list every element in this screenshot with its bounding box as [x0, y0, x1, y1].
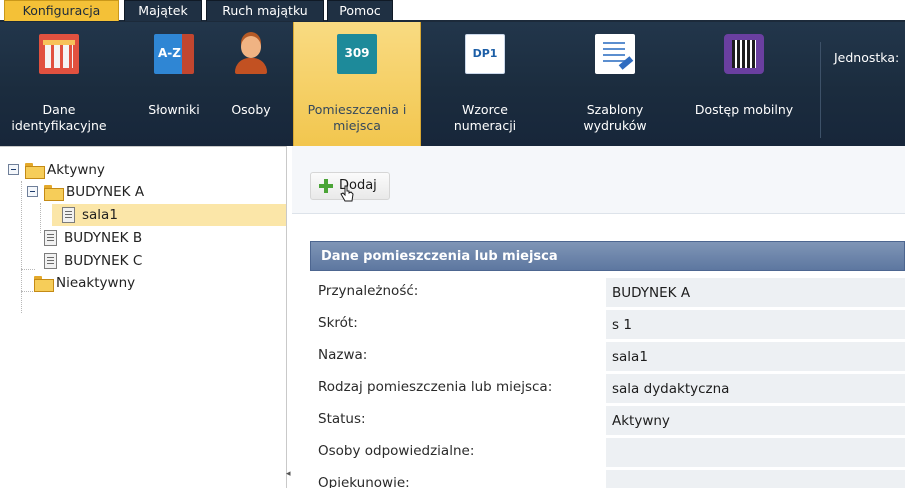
ribbon-button-label: Pomieszczenia i miejsca	[307, 102, 407, 133]
collapse-icon[interactable]	[27, 186, 38, 197]
field-label: Rodzaj pomieszczenia lub miejsca:	[318, 379, 553, 395]
folder-open-icon	[44, 185, 64, 201]
field-row-opiekunowie: Opiekunowie:	[310, 469, 905, 488]
panel-title: Dane pomieszczenia lub miejsca	[310, 241, 905, 271]
field-value: Aktywny	[606, 406, 905, 436]
field-label: Nazwa:	[318, 347, 368, 363]
tree-node-budynek-c[interactable]: BUDYNEK C	[34, 250, 274, 272]
ribbon-button-slowniki[interactable]: A-Z Słowniki	[132, 22, 216, 146]
toolbar: Dodaj	[292, 146, 905, 214]
plus-icon	[319, 179, 333, 193]
field-value: sala dydaktyczna	[606, 374, 905, 404]
tab-konfiguracja[interactable]: Konfiguracja	[4, 0, 119, 21]
ribbon-button-label: Osoby	[231, 102, 271, 117]
ribbon-button-dane-identyfikacyjne[interactable]: Dane identyfikacyjne	[0, 22, 118, 146]
tree-node-sala1[interactable]: sala1	[52, 204, 286, 226]
document-icon	[44, 230, 57, 246]
dictionary-icon: A-Z	[154, 34, 194, 74]
field-value	[606, 438, 905, 468]
ribbon-button-osoby[interactable]: Osoby	[214, 22, 288, 146]
document-icon	[62, 207, 75, 223]
field-label: Przynależność:	[318, 283, 419, 299]
ribbon-button-szablony-wydrukow[interactable]: Szablony wydruków	[560, 22, 670, 146]
room-icon: 309	[337, 34, 377, 74]
field-row-rodzaj: Rodzaj pomieszczenia lub miejsca: sala d…	[310, 373, 905, 405]
field-value	[606, 470, 905, 488]
ribbon-button-dostep-mobilny[interactable]: Dostęp mobilny	[678, 22, 810, 146]
field-row-skrot: Skrót: s 1	[310, 309, 905, 341]
field-value: sala1	[606, 342, 905, 372]
folder-icon	[34, 276, 54, 292]
ribbon-button-label: Słowniki	[148, 102, 200, 117]
tree-node-budynek-a[interactable]: BUDYNEK A	[27, 181, 277, 203]
add-button[interactable]: Dodaj	[310, 172, 390, 202]
tree-node-budynek-b[interactable]: BUDYNEK B	[34, 227, 274, 249]
ribbon: Dane identyfikacyjne A-Z Słowniki Osoby …	[0, 22, 905, 146]
field-value: s 1	[606, 310, 905, 340]
ribbon-button-pomieszczenia[interactable]: 309 Pomieszczenia i miejsca	[293, 22, 421, 146]
field-row-nazwa: Nazwa: sala1	[310, 341, 905, 373]
field-row-status: Status: Aktywny	[310, 405, 905, 437]
unit-label: Jednostka:	[834, 50, 900, 65]
field-label: Osoby odpowiedzialne:	[318, 443, 475, 459]
ribbon-button-label: Dostęp mobilny	[694, 102, 794, 117]
tree-node-aktywny[interactable]: Aktywny	[8, 159, 278, 181]
tab-pomoc[interactable]: Pomoc	[327, 0, 393, 21]
field-row-przynaleznosc: Przynależność: BUDYNEK A	[310, 277, 905, 309]
ribbon-button-label: Wzorce numeracji	[453, 102, 517, 133]
field-label: Skrót:	[318, 315, 358, 331]
menu-bar: Konfiguracja Majątek Ruch majątku Pomoc	[0, 0, 905, 23]
field-value: BUDYNEK A	[606, 278, 905, 308]
field-row-osoby-odpowiedzialne: Osoby odpowiedzialne:	[310, 437, 905, 469]
tree-line	[21, 269, 35, 270]
content-area: Dodaj Dane pomieszczenia lub miejsca Prz…	[292, 146, 905, 488]
tree-node-nieaktywny[interactable]: Nieaktywny	[14, 272, 274, 294]
folder-open-icon	[25, 163, 45, 179]
field-label: Opiekunowie:	[318, 475, 410, 488]
building-icon	[39, 34, 79, 74]
panel-collapse-handle[interactable]: ◂	[286, 468, 291, 480]
tree-panel: Aktywny BUDYNEK A sala1 BUDYNEK B BUDYNE…	[0, 146, 287, 488]
ribbon-button-wzorce-numeracji[interactable]: DP1 Wzorce numeracji	[430, 22, 540, 146]
hand-cursor-icon	[340, 185, 354, 202]
ribbon-button-label: Dane identyfikacyjne	[11, 102, 107, 133]
print-template-icon	[595, 34, 635, 74]
document-icon	[44, 253, 57, 269]
tab-majatek[interactable]: Majątek	[124, 0, 202, 21]
room-data-panel: Dane pomieszczenia lub miejsca Przynależ…	[310, 241, 905, 488]
ribbon-button-label: Szablony wydruków	[583, 102, 647, 133]
collapse-icon[interactable]	[8, 164, 19, 175]
ribbon-separator	[820, 42, 821, 138]
person-icon	[231, 34, 271, 74]
tab-ruch-majatku[interactable]: Ruch majątku	[206, 0, 324, 21]
qr-code-icon	[724, 34, 764, 74]
numbering-icon: DP1	[465, 34, 505, 74]
field-label: Status:	[318, 411, 366, 427]
